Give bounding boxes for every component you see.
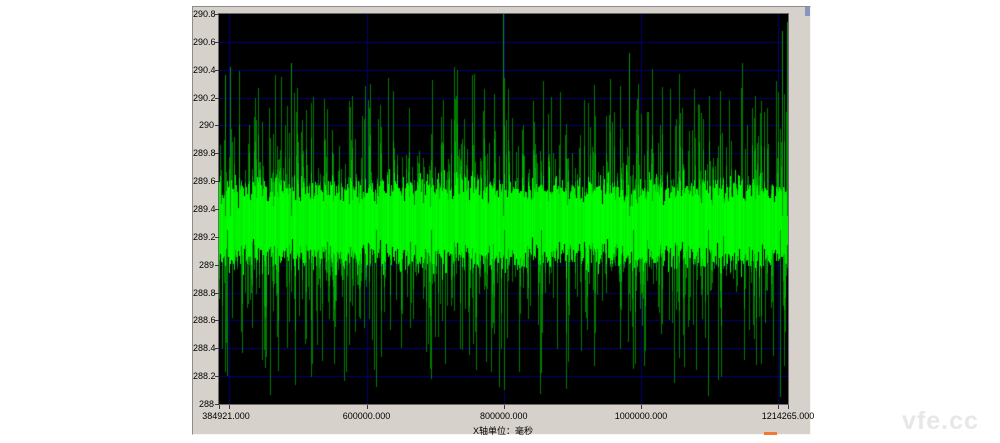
y-tick-label: 289.2 [193,233,214,242]
y-tick [215,293,219,294]
y-tick [215,98,219,99]
x-tick [219,405,220,409]
y-tick [215,181,219,182]
y-tick-label: 289.6 [193,177,214,186]
watermark: vfe.cc [902,407,979,436]
y-tick-label: 290 [193,121,214,130]
y-tick [215,265,219,266]
x-tick-label: 384921.000 [202,411,250,421]
x-tick [641,405,642,409]
y-tick [215,320,219,321]
x-tick-label: 800000.000 [480,411,528,421]
y-tick [215,348,219,349]
x-tick [788,405,789,409]
x-tick [778,405,779,409]
y-tick-label: 288.8 [193,289,214,298]
y-tick-label: 290.6 [193,38,214,47]
y-tick [215,70,219,71]
y-tick-label: 288.4 [193,344,214,353]
signal-canvas[interactable] [219,14,788,404]
y-tick-label: 288.2 [193,372,214,381]
x-tick-label: 1000000.000 [615,411,668,421]
x-tick [229,405,230,409]
y-tick-label: 289.8 [193,149,214,158]
y-tick [215,153,219,154]
y-tick-label: 288.6 [193,316,214,325]
y-tick [215,376,219,377]
x-tick-label: 600000.000 [343,411,391,421]
y-tick [215,125,219,126]
y-tick [215,14,219,15]
y-tick [215,42,219,43]
y-tick-label: 288 [193,400,214,409]
x-tick [367,405,368,409]
plot-area [218,13,789,405]
y-tick-label: 290.8 [193,10,214,19]
scroll-thumb-icon[interactable] [805,7,810,16]
bottom-orange-marker [764,432,777,435]
screenshot-stage: 290.8 290.6 290.4 290.2 290 289.8 289.6 289.4 28… [0,0,1000,443]
x-tick [504,405,505,409]
y-tick-label: 289.4 [193,205,214,214]
y-tick [215,209,219,210]
y-tick-label: 289 [193,261,214,270]
x-axis-unit-label: X轴单位：毫秒 [473,424,533,437]
x-tick-label: 1214265.000 [762,411,815,421]
y-tick-label: 290.2 [193,94,214,103]
y-tick [215,237,219,238]
chart-window: 290.8 290.6 290.4 290.2 290 289.8 289.6 289.4 28… [192,6,811,435]
y-tick-label: 290.4 [193,66,214,75]
